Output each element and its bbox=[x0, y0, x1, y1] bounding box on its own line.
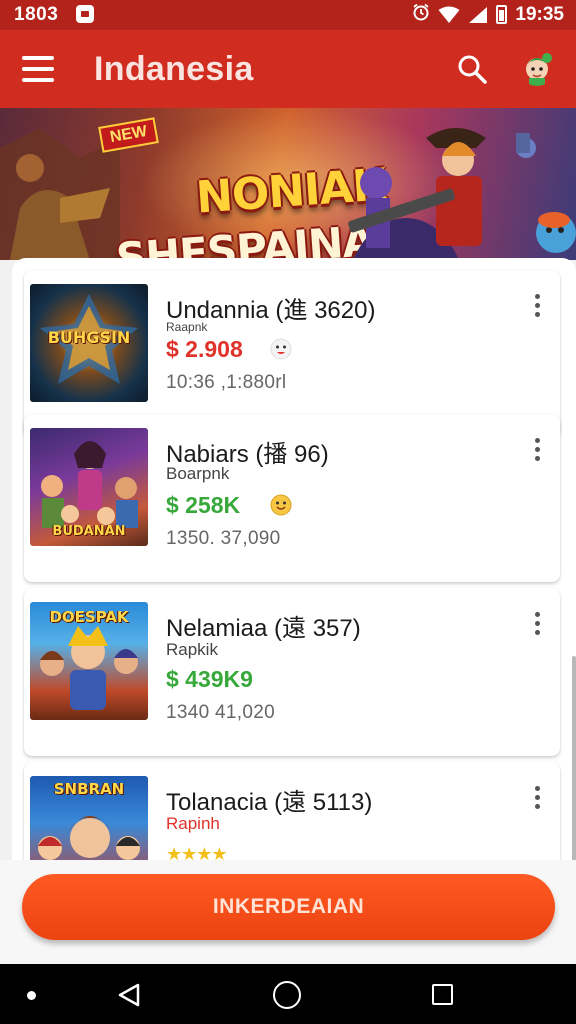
game-thumbnail: SNBRAN bbox=[30, 776, 148, 868]
back-icon[interactable] bbox=[116, 982, 142, 1008]
notification-icon bbox=[76, 5, 94, 23]
list-item[interactable]: BUHGSIN Undannia (進 3620) Raapnk $ 2.908… bbox=[24, 270, 560, 438]
item-meta: 1340 41,020 bbox=[166, 702, 275, 723]
emoji-icon bbox=[270, 338, 292, 360]
more-options-icon[interactable] bbox=[532, 612, 542, 636]
item-title: Tolanacia (遠 5113) bbox=[166, 789, 373, 816]
item-price: $ 2.908 bbox=[166, 336, 243, 362]
signal-icon bbox=[469, 6, 488, 23]
thumbnail-text: DOESPAK bbox=[49, 608, 129, 626]
battery-icon bbox=[496, 5, 508, 24]
more-options-icon[interactable] bbox=[532, 786, 542, 810]
menu-icon[interactable] bbox=[22, 56, 54, 82]
system-nav-bar bbox=[0, 964, 576, 1024]
item-meta: 1350. 37,090 bbox=[166, 528, 281, 549]
item-subtitle: Boarpnk bbox=[166, 464, 230, 483]
status-icons: 19:35 bbox=[412, 3, 564, 26]
list-item[interactable]: BUDANAN Nabiars (播 96) Boarpnk $ 258K 13… bbox=[24, 414, 560, 582]
more-options-icon[interactable] bbox=[532, 438, 542, 462]
game-thumbnail: BUDANAN bbox=[30, 428, 148, 546]
alarm-icon bbox=[412, 3, 430, 26]
item-title: Nelamiaa (遠 357) bbox=[166, 615, 361, 642]
home-icon[interactable] bbox=[273, 981, 301, 1009]
status-bar: 1803 19:35 bbox=[0, 0, 576, 30]
status-time: 1803 bbox=[14, 4, 59, 25]
avatar[interactable] bbox=[518, 48, 556, 86]
item-subtitle: Rapinh bbox=[166, 814, 220, 833]
status-clock: 19:35 bbox=[515, 3, 564, 25]
thumbnail-text: SNBRAN bbox=[53, 780, 125, 798]
list-item[interactable]: DOESPAK Nelamiaa (遠 357) Rapkik $ 439K9 … bbox=[24, 588, 560, 756]
banner-hero-artwork bbox=[348, 128, 576, 260]
list-item[interactable]: SNBRAN Tolanacia (遠 5113) Rapinh ★★★★ bbox=[24, 762, 560, 868]
game-list: BUHGSIN Undannia (進 3620) Raapnk $ 2.908… bbox=[12, 258, 576, 868]
app-bar: Indanesia bbox=[0, 30, 576, 108]
app-title: Indanesia bbox=[94, 50, 254, 88]
thumbnail-text: BUDANAN bbox=[52, 524, 126, 539]
item-price: $ 439K9 bbox=[166, 666, 253, 692]
item-meta: 10:36 ,1:880rl bbox=[166, 372, 287, 393]
wifi-icon bbox=[438, 6, 460, 23]
primary-cta-button[interactable]: INKERDEAIAN bbox=[22, 874, 555, 940]
promo-banner[interactable]: NEW SHESPAINAR NONIAK bbox=[0, 108, 576, 260]
game-thumbnail: BUHGSIN bbox=[30, 284, 148, 402]
game-thumbnail: DOESPAK bbox=[30, 602, 148, 720]
scrollbar[interactable] bbox=[572, 656, 576, 868]
search-icon[interactable] bbox=[456, 53, 488, 85]
cta-area: INKERDEAIAN bbox=[0, 860, 576, 964]
recents-icon[interactable] bbox=[432, 984, 453, 1005]
emoji-icon bbox=[270, 494, 292, 516]
item-price: $ 258K bbox=[166, 492, 241, 518]
thumbnail-text: BUHGSIN bbox=[47, 328, 131, 347]
more-options-icon[interactable] bbox=[532, 294, 542, 318]
item-subtitle: Raapnk bbox=[166, 320, 208, 334]
item-subtitle: Rapkik bbox=[166, 640, 218, 659]
nav-dot-icon bbox=[27, 991, 36, 1000]
